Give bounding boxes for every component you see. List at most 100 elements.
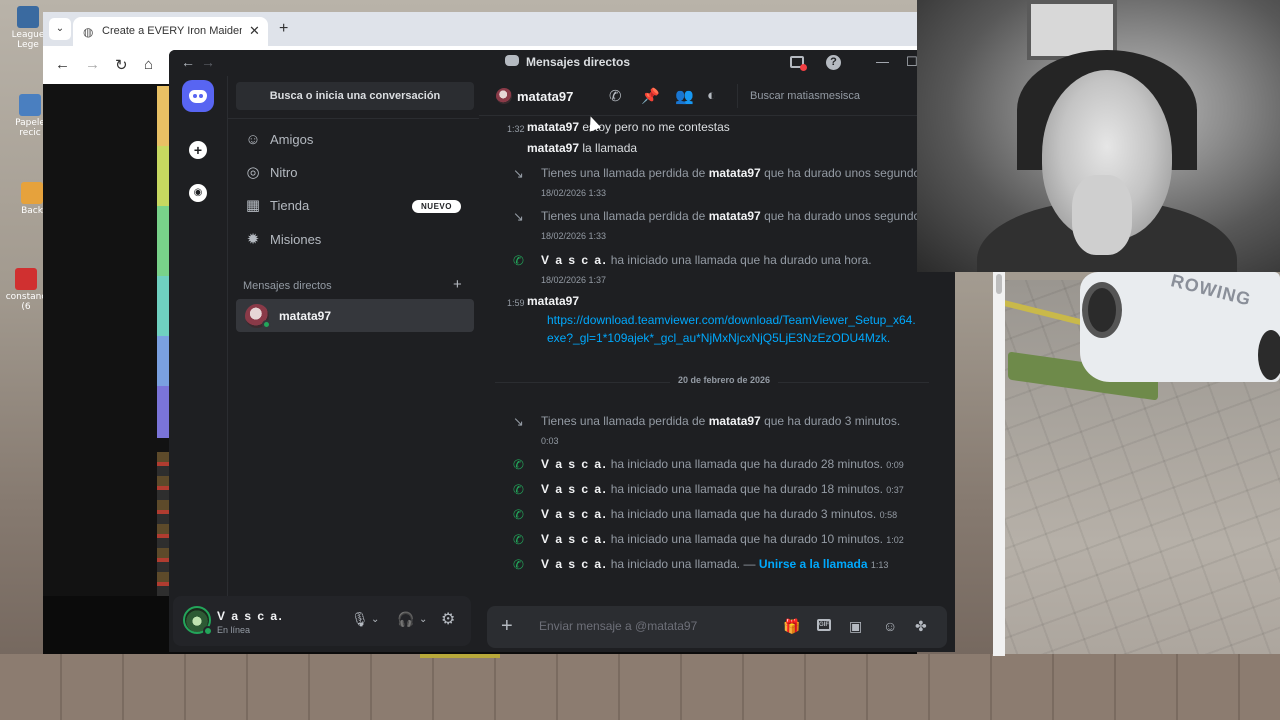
nav-label: Misiones	[270, 232, 322, 247]
add-attachment-icon[interactable]: +	[501, 615, 513, 638]
call-icon: ✆	[513, 457, 524, 472]
message-time: 18/02/2026 1:33	[541, 188, 607, 198]
nav-item-nitro[interactable]: ◎ Nitro	[236, 157, 474, 189]
message-author[interactable]: matata97	[527, 292, 579, 310]
floor-strip	[0, 650, 1280, 720]
message-author[interactable]: matata97	[709, 209, 761, 223]
message-composer[interactable]: + Enviar mensaje a @matata97 🎁 GIF ▣ ☺ ✤	[487, 606, 947, 648]
home-button[interactable]	[182, 80, 214, 112]
message-author[interactable]: V a s c a.	[541, 253, 607, 267]
browser-tab[interactable]: ◍ Create a EVERY Iron Maiden Sc ✕	[73, 17, 268, 46]
dm-list-item[interactable]: matata97	[236, 299, 474, 332]
system-text: Tienes una llamada perdida de	[541, 209, 706, 223]
scrollbar-thumb[interactable]	[996, 274, 1002, 294]
chat-header: matata97 ✆ 📌 👥 ◐ Buscar matiasmesisca	[479, 76, 955, 116]
nav-item-tienda[interactable]: ▦ Tienda NUEVO	[236, 190, 474, 222]
system-message: Tienes una llamada perdida de matata97 q…	[541, 164, 931, 203]
system-text: Tienes una llamada perdida de	[541, 414, 706, 428]
desktop-icon-pdf[interactable]: constanc (6	[4, 268, 48, 312]
plus-icon: +	[189, 141, 207, 159]
inbox-icon[interactable]	[790, 56, 807, 71]
message-author[interactable]: V a s c a.	[541, 507, 607, 521]
headphones-icon[interactable]: 🎧	[397, 611, 414, 628]
user-status: En línea	[217, 625, 251, 635]
message-author[interactable]: V a s c a.	[541, 532, 607, 546]
shop-icon: ▦	[245, 197, 261, 214]
tab-title: Create a EVERY Iron Maiden Sc	[102, 25, 242, 37]
message-author[interactable]: matata97	[527, 141, 579, 155]
chevron-down-icon[interactable]: ⌄	[419, 614, 427, 625]
apps-icon[interactable]: ✤	[915, 618, 927, 635]
create-dm-plus-icon[interactable]: +	[453, 276, 462, 293]
help-icon[interactable]: ?	[826, 55, 841, 70]
page-scrollbar[interactable]	[993, 270, 1005, 656]
back-arrow-icon[interactable]: ←	[181, 54, 195, 70]
nav-item-amigos[interactable]: ☺ Amigos	[236, 124, 474, 156]
desktop-icon-label: Papele recic	[15, 118, 45, 138]
minimize-icon[interactable]: —	[876, 54, 889, 69]
message-author[interactable]: V a s c a.	[541, 557, 607, 571]
gif-icon[interactable]: GIF	[817, 619, 831, 631]
system-text: ha iniciado una llamada que ha durado 3 …	[610, 507, 877, 521]
username[interactable]: V a s c a.	[217, 609, 283, 623]
new-tab-button[interactable]: +	[279, 20, 288, 38]
dm-name: matata97	[279, 309, 332, 323]
join-call-link[interactable]: Unirse a la llamada	[759, 557, 868, 571]
composer-placeholder[interactable]: Enviar mensaje a @matata97	[539, 619, 697, 633]
date-divider: 20 de febrero de 2026	[495, 375, 929, 385]
desktop-icon-label: Back	[21, 206, 43, 216]
tab-search-button[interactable]: ⌄	[49, 18, 71, 40]
message-author[interactable]: matata97	[709, 166, 761, 180]
online-status-icon	[203, 626, 213, 636]
sticker-icon[interactable]: ▣	[849, 618, 862, 635]
forward-arrow-icon[interactable]: →	[85, 56, 100, 73]
message-author[interactable]: V a s c a.	[541, 482, 607, 496]
gear-icon[interactable]: ⚙	[441, 609, 455, 629]
message-time: 18/02/2026 1:37	[541, 275, 607, 285]
avatar	[496, 88, 512, 104]
call-icon: ✆	[513, 532, 524, 547]
forward-arrow-icon[interactable]: →	[201, 54, 215, 70]
dm-search-input[interactable]: Busca o inicia una conversación	[236, 82, 474, 110]
message-link[interactable]: https://download.teamviewer.com/download…	[547, 311, 917, 347]
message-time: 0:37	[886, 485, 904, 495]
maximize-icon[interactable]: ☐	[906, 54, 918, 70]
reload-icon[interactable]: ↻	[115, 56, 128, 74]
system-text: que ha durado unos segundos.	[764, 209, 930, 223]
nav-item-misiones[interactable]: ✹ Misiones	[236, 224, 474, 256]
dm-sidebar: Busca o inicia una conversación ☺ Amigos…	[227, 76, 480, 596]
message-author[interactable]: V a s c a.	[541, 457, 607, 471]
van-wheel	[1082, 282, 1122, 338]
missed-call-icon: ↘	[513, 414, 524, 429]
voice-call-icon[interactable]: ✆	[609, 87, 622, 105]
nav-label: Amigos	[270, 132, 314, 147]
server-rail: + ◉	[169, 76, 227, 652]
gift-icon[interactable]: 🎁	[783, 618, 800, 635]
chevron-down-icon[interactable]: ⌄	[371, 614, 379, 625]
user-profile-icon[interactable]: ◐	[707, 87, 716, 104]
system-text: Tienes una llamada perdida de	[541, 166, 706, 180]
system-text: que ha durado 3 minutos.	[764, 414, 901, 428]
system-message: V a s c a. ha iniciado una llamada que h…	[541, 480, 931, 500]
message-author[interactable]: matata97	[527, 120, 579, 134]
message-text: estoy pero no me contestas	[582, 120, 730, 134]
discord-logo-icon	[189, 90, 207, 103]
explore-servers-button[interactable]: ◉	[182, 174, 214, 206]
tier-list-thumbnails	[157, 452, 169, 602]
add-server-button[interactable]: +	[182, 134, 214, 166]
message-time: 0:58	[879, 510, 898, 520]
system-text: ha iniciado una llamada. —	[610, 557, 756, 571]
dm-section-header: Mensajes directos	[243, 280, 332, 292]
emoji-icon[interactable]: ☺	[883, 618, 897, 634]
message-time: 0:09	[886, 460, 904, 470]
microphone-icon[interactable]: 🎙	[351, 611, 369, 628]
discord-titlebar: ← → Mensajes directos ? — ☐	[169, 50, 955, 76]
message-author[interactable]: matata97	[709, 414, 761, 428]
nav-label: Nitro	[270, 165, 298, 180]
back-arrow-icon[interactable]: ←	[55, 56, 70, 73]
add-friend-to-dm-icon[interactable]: 👥	[675, 87, 694, 105]
home-icon[interactable]: ⌂	[144, 56, 153, 73]
recipient-name[interactable]: matata97	[517, 89, 573, 104]
tab-close-icon[interactable]: ✕	[249, 23, 260, 39]
pin-icon[interactable]: 📌	[641, 87, 660, 105]
